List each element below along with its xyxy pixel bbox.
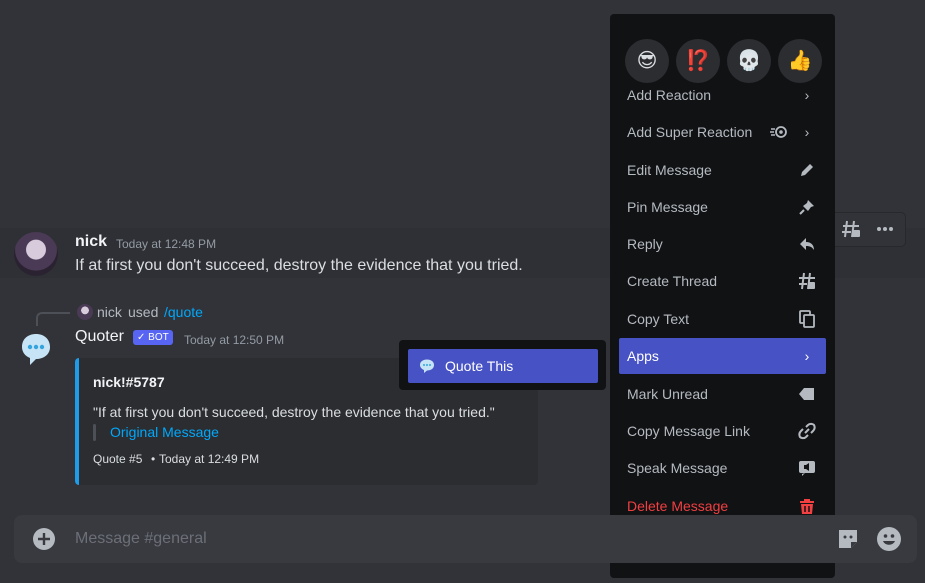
chevron-right-icon: › [804, 87, 810, 103]
check-icon: ✓ [137, 332, 149, 343]
quote-this-menu-item[interactable]: Quote This [408, 349, 598, 383]
blockquote-bar [93, 424, 96, 441]
original-message-link[interactable]: Original Message [110, 424, 219, 440]
message-composer: Message #general [14, 515, 917, 563]
message-timestamp: Today at 12:48 PM [116, 237, 217, 251]
embed-footer-quote: Quote #5 [93, 452, 143, 466]
link-icon [798, 422, 816, 440]
message-hover-toolbar [830, 212, 906, 247]
menu-edit-message[interactable]: Edit Message [619, 152, 826, 188]
embed-title: nick!#5787 [93, 374, 165, 390]
reply-connector [36, 312, 70, 326]
menu-label: Copy Text [627, 311, 689, 327]
menu-label: Add Super Reaction [627, 124, 753, 140]
embed-footer-time: Today at 12:49 PM [159, 452, 260, 466]
menu-speak-message[interactable]: Speak Message [619, 450, 826, 486]
speaker-icon [798, 459, 816, 477]
thread-icon[interactable] [841, 219, 861, 239]
bot-badge-label: BOT [148, 332, 169, 343]
embed-footer-separator: • [151, 452, 156, 466]
super-reaction-icon [770, 124, 788, 140]
menu-mark-unread[interactable]: Mark Unread [619, 376, 826, 412]
menu-label: Mark Unread [627, 386, 708, 402]
apps-submenu: Quote This [399, 340, 606, 390]
thread-icon [798, 272, 816, 290]
chevron-right-icon: › [804, 348, 810, 364]
copy-icon [798, 310, 816, 328]
menu-pin-message[interactable]: Pin Message [619, 189, 826, 225]
menu-copy-text[interactable]: Copy Text [619, 301, 826, 337]
menu-label: Speak Message [627, 460, 728, 476]
more-icon[interactable] [875, 219, 895, 239]
reply-avatar [77, 304, 93, 320]
message-text: If at first you don't succeed, destroy t… [75, 257, 523, 274]
pencil-icon [798, 161, 816, 179]
message-input[interactable]: Message #general [75, 530, 207, 548]
menu-reply[interactable]: Reply [619, 226, 826, 262]
menu-add-super-reaction[interactable]: Add Super Reaction › [619, 114, 826, 150]
menu-copy-message-link[interactable]: Copy Message Link [619, 413, 826, 449]
trash-icon [798, 497, 816, 515]
menu-label: Create Thread [627, 273, 718, 289]
message-context-menu: 😎 ⁉️ 💀 👍 Add Reaction › Add Super Reacti… [610, 14, 835, 578]
pin-icon [798, 198, 816, 216]
menu-label: Edit Message [627, 162, 712, 178]
menu-label: Copy Message Link [627, 423, 750, 439]
menu-apps[interactable]: Apps › [619, 338, 826, 374]
avatar[interactable] [14, 232, 58, 276]
reply-command[interactable]: /quote [164, 304, 203, 320]
message-author[interactable]: nick [75, 233, 107, 251]
mark-unread-icon [798, 385, 816, 403]
embed-quote: "If at first you don't succeed, destroy … [93, 404, 495, 420]
message-author[interactable]: Quoter [75, 328, 124, 346]
add-attachment-icon[interactable] [33, 528, 55, 550]
reply-arrow-icon [798, 235, 816, 253]
bot-avatar[interactable] [14, 327, 58, 371]
menu-label: Delete Message [627, 498, 729, 514]
message-timestamp: Today at 12:50 PM [184, 333, 285, 347]
reply-username[interactable]: nick [97, 304, 122, 320]
menu-add-reaction[interactable]: Add Reaction › [619, 77, 826, 113]
speech-bubble-icon [419, 358, 435, 374]
menu-label: Add Reaction [627, 87, 712, 103]
menu-label: Pin Message [627, 199, 708, 215]
sticker-icon[interactable] [836, 527, 860, 551]
menu-create-thread[interactable]: Create Thread [619, 263, 826, 299]
menu-label: Reply [627, 236, 663, 252]
emoji-icon[interactable] [877, 527, 901, 551]
reply-used-text: used [128, 304, 159, 320]
chevron-right-icon: › [804, 124, 810, 140]
bot-badge: ✓ BOT [133, 330, 173, 345]
menu-label: Apps [627, 348, 659, 364]
quote-this-label: Quote This [445, 358, 514, 374]
